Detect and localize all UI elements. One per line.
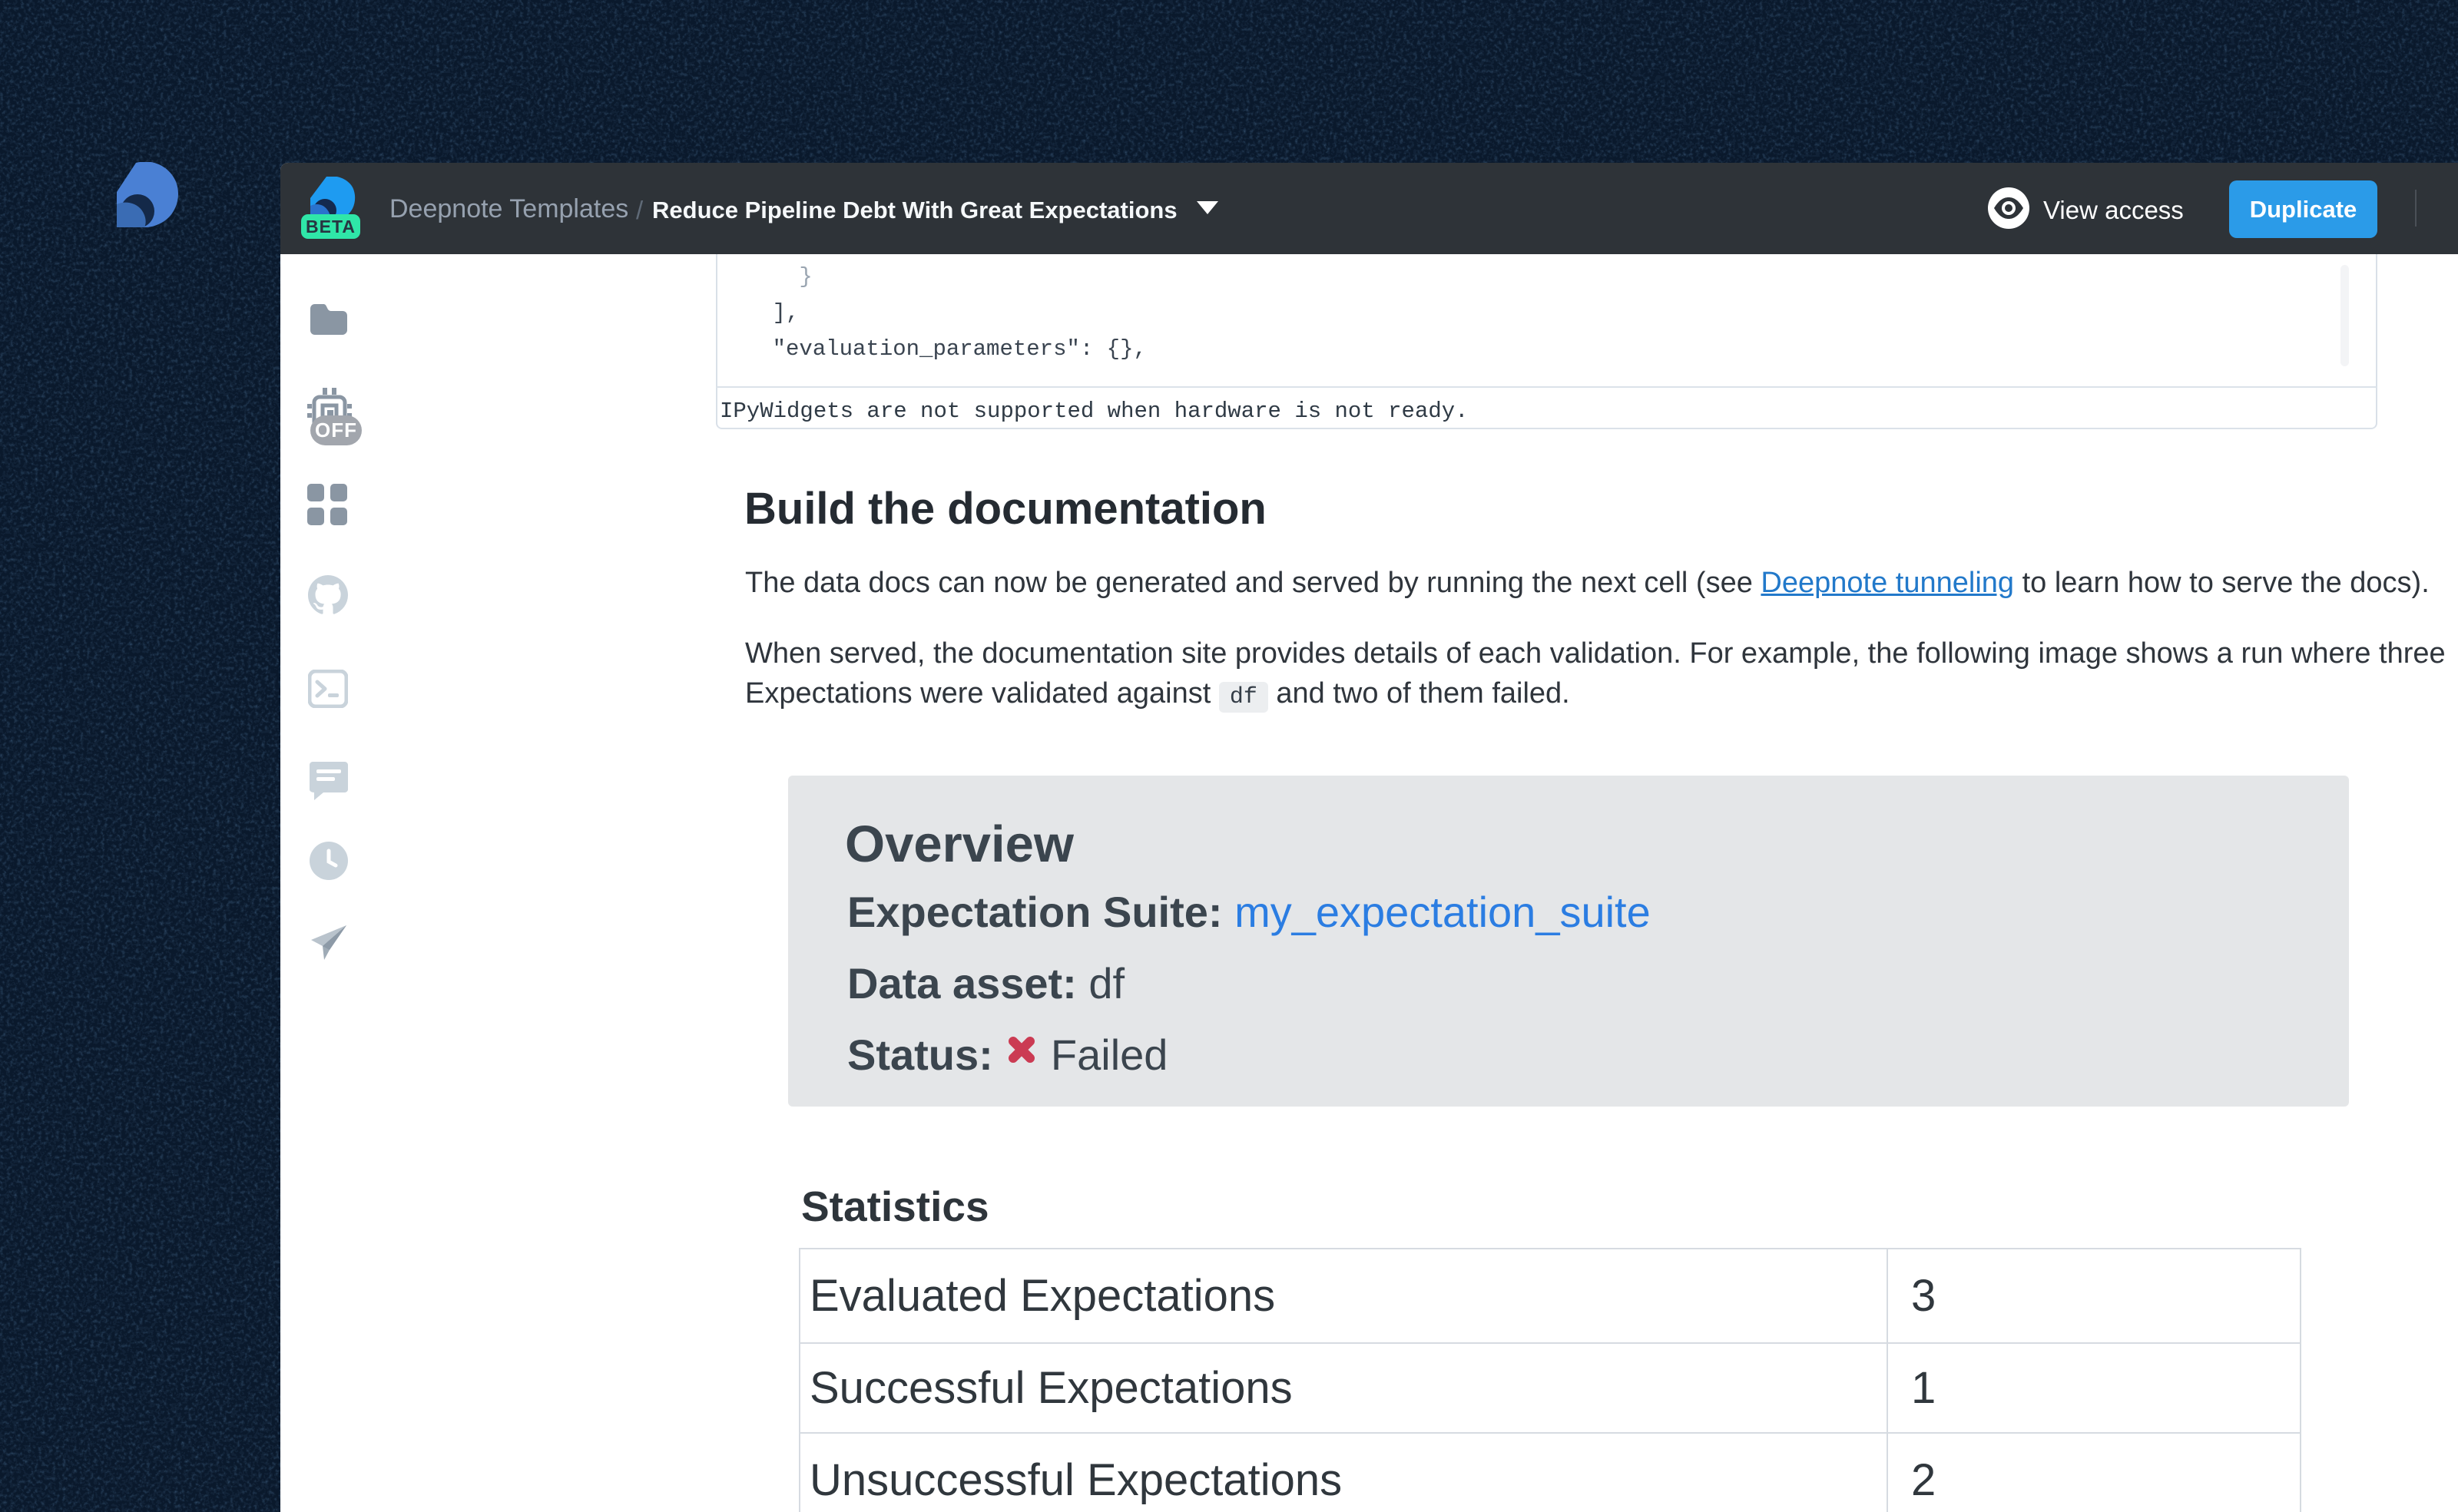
svg-text:BETA: BETA	[306, 217, 356, 237]
svg-text:OFF: OFF	[315, 419, 357, 442]
